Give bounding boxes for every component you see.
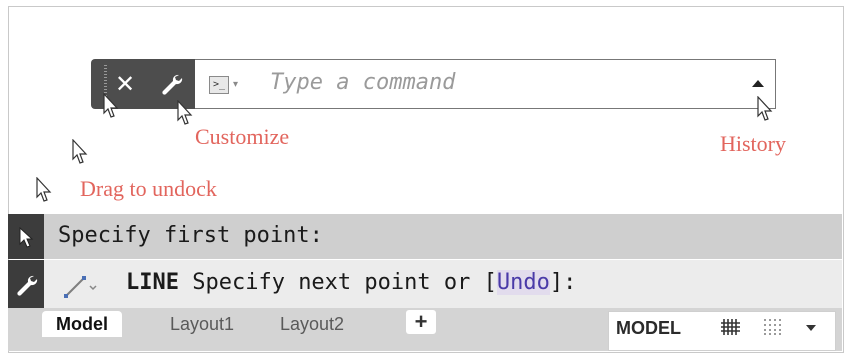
docked-customize[interactable] xyxy=(8,260,44,308)
add-layout-button[interactable]: + xyxy=(406,310,436,334)
history-arrow-icon[interactable] xyxy=(752,80,764,87)
chevron-down-icon[interactable] xyxy=(806,325,816,331)
cursor-icon xyxy=(19,226,34,248)
snap-icon[interactable] xyxy=(762,317,784,337)
active-command-name: LINE xyxy=(126,270,179,295)
cursor-icon xyxy=(36,177,52,202)
wrench-icon[interactable] xyxy=(159,72,185,98)
annotation-drag-to-undock: Drag to undock xyxy=(80,176,217,201)
line-icon[interactable] xyxy=(62,270,98,300)
cursor-icon xyxy=(72,139,88,164)
grid-icon[interactable] xyxy=(720,317,742,337)
active-prompt: Specify next point or [ xyxy=(178,270,497,295)
active-command-text: LINE Specify next point or [Undo]: xyxy=(126,270,576,295)
annotation-history: History xyxy=(720,131,786,156)
command-placeholder: Type a command xyxy=(270,70,456,95)
tab-model[interactable]: Model xyxy=(42,311,122,337)
undo-option[interactable]: Undo xyxy=(496,270,550,295)
tab-layout2[interactable]: Layout2 xyxy=(266,311,358,337)
model-space-button[interactable]: MODEL xyxy=(616,318,681,339)
cursor-icon xyxy=(757,96,773,121)
wrench-icon[interactable] xyxy=(8,260,44,308)
cursor-icon xyxy=(103,93,119,118)
tab-layout1[interactable]: Layout1 xyxy=(156,311,248,337)
cursor-icon xyxy=(177,100,193,125)
chevron-down-icon[interactable]: ▾ xyxy=(233,79,238,90)
command-prompt-icon[interactable]: >_ xyxy=(209,76,229,94)
annotation-customize: Customize xyxy=(195,124,290,149)
active-prompt-end: ]: xyxy=(549,270,577,295)
docked-grip[interactable] xyxy=(8,214,44,259)
history-line: Specify first point: xyxy=(58,223,323,248)
